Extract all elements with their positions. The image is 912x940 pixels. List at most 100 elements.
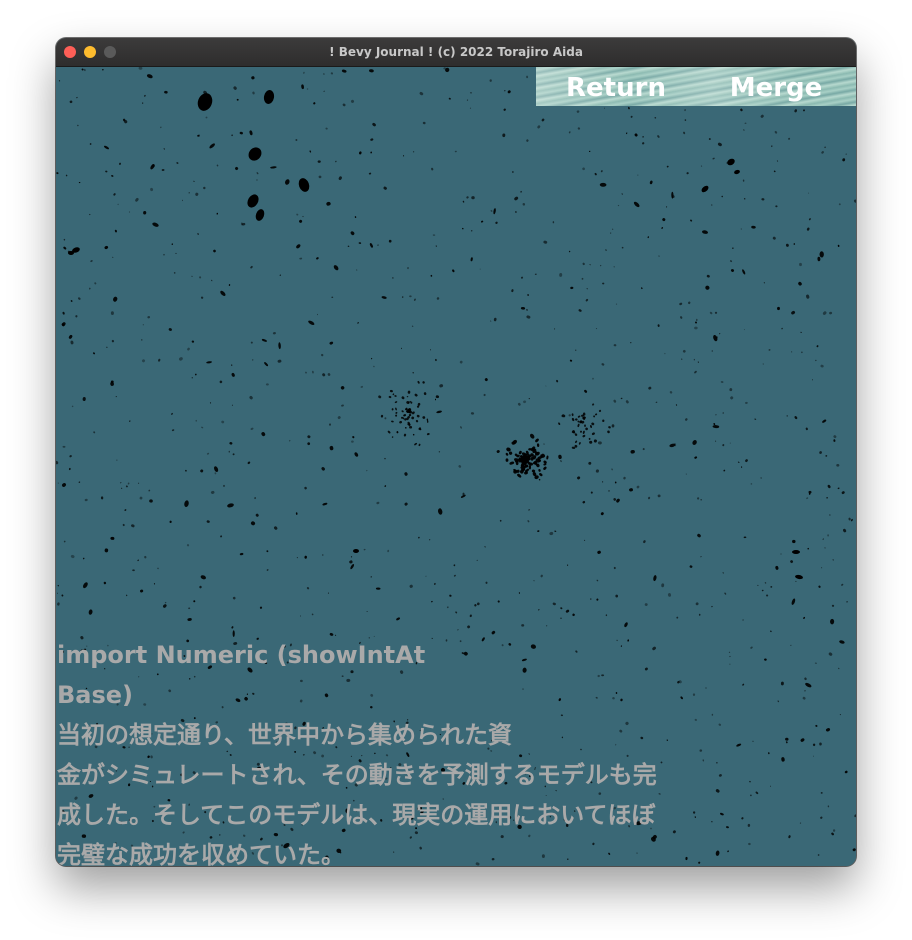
- particle: [89, 287, 91, 290]
- particle: [474, 604, 477, 607]
- particle: [839, 714, 841, 716]
- particle: [160, 126, 162, 129]
- particle: [630, 450, 635, 454]
- particle: [331, 296, 334, 298]
- particle: [760, 477, 762, 479]
- particle: [366, 611, 368, 612]
- particle: [819, 251, 824, 258]
- particle: [615, 594, 619, 598]
- particle: [175, 252, 177, 254]
- particle: [613, 399, 617, 403]
- particle: [277, 359, 282, 363]
- particle: [323, 90, 326, 92]
- particle: [812, 379, 813, 381]
- particle: [227, 503, 234, 508]
- particle: [829, 514, 831, 516]
- particle: [560, 607, 563, 610]
- particle: [327, 373, 331, 376]
- particle: [103, 581, 107, 585]
- journal-line: Base): [57, 681, 134, 709]
- particle: [590, 424, 592, 429]
- particle: [499, 519, 502, 522]
- particle: [701, 230, 709, 234]
- particle: [815, 359, 817, 362]
- particle: [119, 162, 121, 165]
- particle: [479, 268, 481, 270]
- particle: [613, 498, 617, 501]
- particle: [232, 453, 235, 456]
- particle: [680, 316, 683, 319]
- particle: [526, 139, 529, 142]
- particle: [236, 98, 239, 101]
- particle: [403, 433, 407, 437]
- particle: [713, 423, 716, 425]
- particle: [70, 340, 74, 345]
- particle: [116, 459, 118, 461]
- particle: [461, 227, 464, 230]
- particle: [327, 592, 329, 594]
- merge-button[interactable]: Merge: [696, 67, 856, 106]
- particle: [415, 419, 419, 423]
- particle: [191, 377, 193, 379]
- particle: [585, 427, 588, 431]
- particle: [803, 109, 805, 112]
- particle: [114, 229, 117, 233]
- particle: [794, 109, 798, 113]
- particle: [595, 469, 599, 473]
- particle: [734, 169, 740, 175]
- particle: [195, 419, 197, 422]
- particle: [568, 250, 571, 253]
- particle: [431, 600, 433, 603]
- particle-scene[interactable]: Return Merge import Numeric (showIntAt B…: [56, 67, 856, 866]
- particle: [775, 565, 779, 570]
- particle: [414, 442, 418, 446]
- particle: [791, 310, 796, 315]
- particle: [418, 536, 420, 539]
- particle: [794, 416, 798, 420]
- particle: [194, 373, 197, 376]
- particle: [625, 400, 629, 404]
- particle: [191, 275, 193, 277]
- particle: [685, 418, 688, 421]
- particle: [533, 580, 535, 582]
- title-bar[interactable]: ! Bevy Journal ! (c) 2022 Torajiro Aida: [56, 38, 856, 67]
- particle: [841, 491, 845, 495]
- return-button[interactable]: Return: [536, 67, 696, 106]
- particle: [264, 362, 269, 367]
- particle: [537, 530, 540, 532]
- particle: [255, 209, 265, 221]
- particle: [426, 433, 430, 436]
- particle: [252, 359, 254, 361]
- particle: [684, 119, 687, 121]
- particle: [299, 615, 302, 617]
- particle: [439, 384, 444, 388]
- particle: [777, 306, 780, 311]
- particle: [715, 440, 717, 442]
- particle: [299, 257, 303, 260]
- particle: [743, 536, 747, 539]
- particle: [306, 88, 309, 90]
- particle: [620, 397, 623, 400]
- particle: [745, 459, 748, 462]
- particle: [88, 609, 93, 615]
- particle: [653, 575, 657, 582]
- particle: [247, 194, 259, 208]
- particle: [610, 232, 612, 234]
- particle: [404, 426, 407, 429]
- particle: [588, 461, 592, 465]
- particle: [637, 174, 639, 176]
- particle: [142, 359, 145, 363]
- particle: [852, 848, 856, 852]
- particle: [149, 499, 153, 503]
- particle: [395, 407, 397, 411]
- particle: [351, 440, 354, 443]
- particle: [231, 404, 233, 406]
- particle: [120, 487, 123, 489]
- particle: [68, 467, 71, 471]
- particle: [185, 469, 187, 472]
- particle: [110, 311, 114, 315]
- particle: [462, 200, 465, 203]
- particle: [117, 203, 119, 206]
- particle: [252, 91, 255, 95]
- particle: [409, 295, 412, 298]
